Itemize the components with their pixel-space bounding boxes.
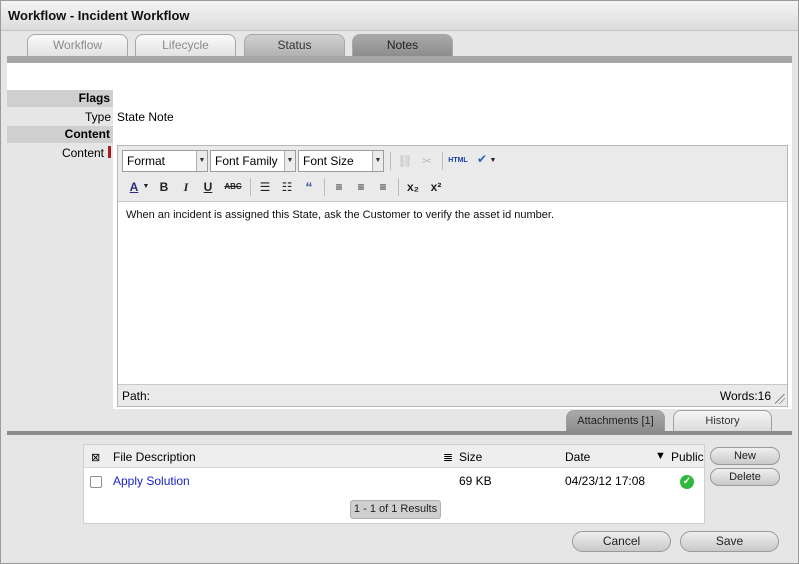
attachments-table: ⊠ File Description ≣ Size Date ▼ Public … — [83, 444, 705, 524]
cancel-button[interactable]: Cancel — [572, 531, 671, 552]
font-family-select[interactable]: Font Family ▼ — [210, 150, 296, 172]
toolbar-separator — [390, 152, 391, 170]
unlink-icon[interactable]: ✂ — [417, 152, 437, 170]
paging-info: 1 - 1 of 1 Results — [350, 500, 441, 519]
html-source-button[interactable]: HTML — [447, 152, 469, 170]
underline-icon[interactable]: U — [198, 178, 218, 196]
path-label: Path: — [122, 389, 151, 403]
numbered-list-icon[interactable]: ☷ — [277, 178, 297, 196]
table-header: ⊠ File Description ≣ Size Date ▼ Public — [84, 445, 704, 468]
rich-text-editor: Format ▼ Font Family ▼ Font Size ▼ ⛓ ✂ H… — [117, 145, 788, 407]
toolbar-separator — [324, 178, 325, 196]
chevron-down-icon: ▼ — [284, 151, 295, 171]
type-value: State Note — [117, 110, 174, 124]
align-left-icon[interactable]: ≡ — [329, 178, 349, 196]
strikethrough-icon[interactable]: ABC — [221, 178, 245, 196]
main-tabs: Workflow Lifecycle Status Notes — [1, 34, 798, 56]
format-select[interactable]: Format ▼ — [122, 150, 208, 172]
column-file-description[interactable]: File Description — [113, 450, 196, 464]
chevron-down-icon: ▼ — [196, 151, 207, 171]
content-heading: Content — [7, 126, 113, 143]
bold-icon[interactable]: B — [154, 178, 174, 196]
save-button[interactable]: Save — [680, 531, 779, 552]
font-family-select-value: Font Family — [215, 154, 278, 168]
workflow-window: Workflow - Incident Workflow Workflow Li… — [0, 0, 799, 564]
tab-status[interactable]: Status — [244, 34, 345, 56]
required-marker — [108, 146, 111, 158]
new-button[interactable]: New — [710, 447, 780, 465]
font-size-select-value: Font Size — [303, 154, 354, 168]
editor-status-bar: Path: Words:16 — [118, 384, 787, 406]
superscript-icon[interactable]: x² — [426, 178, 446, 196]
tab-history[interactable]: History — [673, 410, 772, 431]
tab-workflow[interactable]: Workflow — [27, 34, 128, 56]
lower-tabs: Attachments [1] History — [1, 410, 798, 432]
delete-button[interactable]: Delete — [710, 468, 780, 486]
font-size-select[interactable]: Font Size ▼ — [298, 150, 384, 172]
align-center-icon[interactable]: ≡ — [351, 178, 371, 196]
link-icon[interactable]: ⛓ — [395, 152, 415, 170]
attachment-date: 04/23/12 17:08 — [565, 474, 646, 488]
subscript-icon[interactable]: x₂ — [403, 178, 423, 196]
chevron-down-icon: ▼ — [372, 151, 383, 171]
bullet-list-icon[interactable]: ☰ — [255, 178, 275, 196]
notes-panel: Flags Type State Note Content Content Fo… — [7, 63, 792, 409]
attachment-link[interactable]: Apply Solution — [113, 474, 190, 488]
toolbar-separator — [398, 178, 399, 196]
editor-toolbar: Format ▼ Font Family ▼ Font Size ▼ ⛓ ✂ H… — [118, 146, 787, 202]
row-checkbox[interactable] — [90, 476, 102, 488]
tab-attachments[interactable]: Attachments [1] — [566, 410, 665, 431]
tab-lifecycle[interactable]: Lifecycle — [135, 34, 236, 56]
sort-icon[interactable]: ≣ — [443, 450, 453, 464]
chevron-down-icon[interactable]: ▼ — [142, 178, 150, 196]
window-title: Workflow - Incident Workflow — [8, 8, 190, 23]
italic-icon[interactable]: I — [176, 178, 196, 196]
toolbar-separator — [250, 178, 251, 196]
attachment-size: 69 KB — [459, 474, 492, 488]
lower-tab-divider — [7, 431, 792, 435]
table-row: Apply Solution 69 KB 04/23/12 17:08 ✓ — [84, 471, 704, 493]
text-color-icon[interactable]: A — [124, 178, 144, 196]
blockquote-icon[interactable]: “ — [299, 178, 319, 196]
checkmark-icon: ✓ — [680, 475, 694, 489]
flags-heading: Flags — [7, 90, 113, 107]
chevron-down-icon[interactable]: ▼ — [488, 152, 498, 170]
select-all-icon[interactable]: ⊠ — [91, 451, 100, 464]
filter-icon[interactable]: ▼ — [655, 450, 666, 462]
word-count: Words:16 — [719, 389, 771, 403]
tab-strip-divider — [7, 56, 792, 63]
column-size[interactable]: Size — [459, 450, 482, 464]
content-label: Content — [61, 146, 104, 160]
align-right-icon[interactable]: ≡ — [373, 178, 393, 196]
type-label: Type — [84, 110, 111, 124]
toolbar-separator — [442, 152, 443, 170]
editor-content[interactable]: When an incident is assigned this State,… — [126, 209, 776, 221]
title-bar: Workflow - Incident Workflow — [1, 1, 798, 31]
column-date[interactable]: Date — [565, 450, 590, 464]
tab-notes[interactable]: Notes — [352, 34, 453, 56]
column-public[interactable]: Public — [671, 450, 704, 464]
format-select-value: Format — [127, 154, 166, 168]
resize-handle[interactable] — [775, 394, 785, 404]
